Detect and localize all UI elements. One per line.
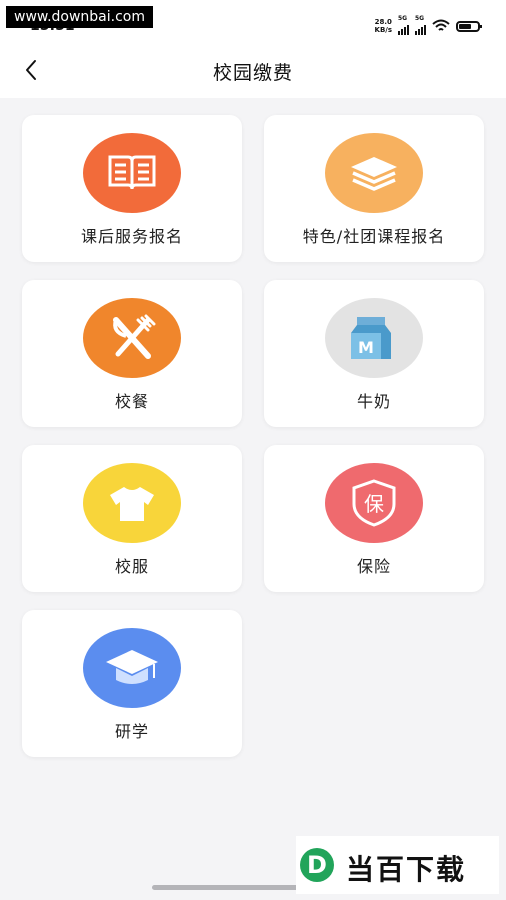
card-study-tour[interactable]: 研学 bbox=[22, 610, 242, 757]
status-bar: 15:51 www.downbai.com 28.0 KB/s 5G 5G bbox=[0, 0, 506, 44]
card-label: 特色/社团课程报名 bbox=[302, 227, 446, 246]
watermark-logo: D 当百下载 bbox=[296, 836, 499, 894]
card-label: 研学 bbox=[114, 722, 149, 741]
book-icon bbox=[83, 133, 181, 213]
sim2-label: 5G bbox=[415, 15, 425, 22]
card-uniform[interactable]: 校服 bbox=[22, 445, 242, 592]
card-label: 牛奶 bbox=[356, 392, 391, 411]
insurance-glyph: 保 bbox=[364, 492, 384, 516]
net-speed-value: 28.0 bbox=[374, 18, 392, 26]
card-label: 校餐 bbox=[114, 392, 149, 411]
card-label: 保险 bbox=[356, 557, 391, 576]
graduation-cap-icon bbox=[83, 628, 181, 708]
page-title: 校园缴费 bbox=[212, 62, 293, 84]
card-school-meal[interactable]: 校餐 bbox=[22, 280, 242, 427]
card-label: 校服 bbox=[114, 557, 149, 576]
card-insurance[interactable]: 保 保险 bbox=[264, 445, 484, 592]
card-label: 课后服务报名 bbox=[80, 227, 183, 246]
card-club-course[interactable]: 特色/社团课程报名 bbox=[264, 115, 484, 262]
logo-icon: D bbox=[300, 848, 334, 882]
milk-carton-icon: M bbox=[325, 298, 423, 378]
card-after-school-service[interactable]: 课后服务报名 bbox=[22, 115, 242, 262]
payment-grid: 课后服务报名 特色/社团课程报名 校餐 M 牛奶 校服 保 保险 研学 bbox=[22, 115, 486, 757]
battery-icon bbox=[456, 20, 482, 32]
insurance-shield-icon: 保 bbox=[325, 463, 423, 543]
svg-text:M: M bbox=[358, 338, 374, 357]
layers-icon bbox=[325, 133, 423, 213]
tshirt-icon bbox=[83, 463, 181, 543]
signal-icon: 5G bbox=[398, 15, 409, 35]
fork-knife-icon bbox=[83, 298, 181, 378]
card-milk[interactable]: M 牛奶 bbox=[264, 280, 484, 427]
net-speed: 28.0 KB/s bbox=[375, 18, 392, 34]
watermark-label: www.downbai.com bbox=[6, 6, 153, 28]
nav-bar: 校园缴费 bbox=[0, 44, 506, 98]
net-speed-unit: KB/s bbox=[374, 26, 392, 34]
sim1-label: 5G bbox=[398, 15, 408, 22]
signal-icon-2: 5G bbox=[415, 15, 426, 35]
wifi-icon bbox=[432, 19, 450, 31]
logo-text: 当百下载 bbox=[346, 853, 467, 886]
status-icons: 28.0 KB/s 5G 5G bbox=[375, 15, 482, 36]
